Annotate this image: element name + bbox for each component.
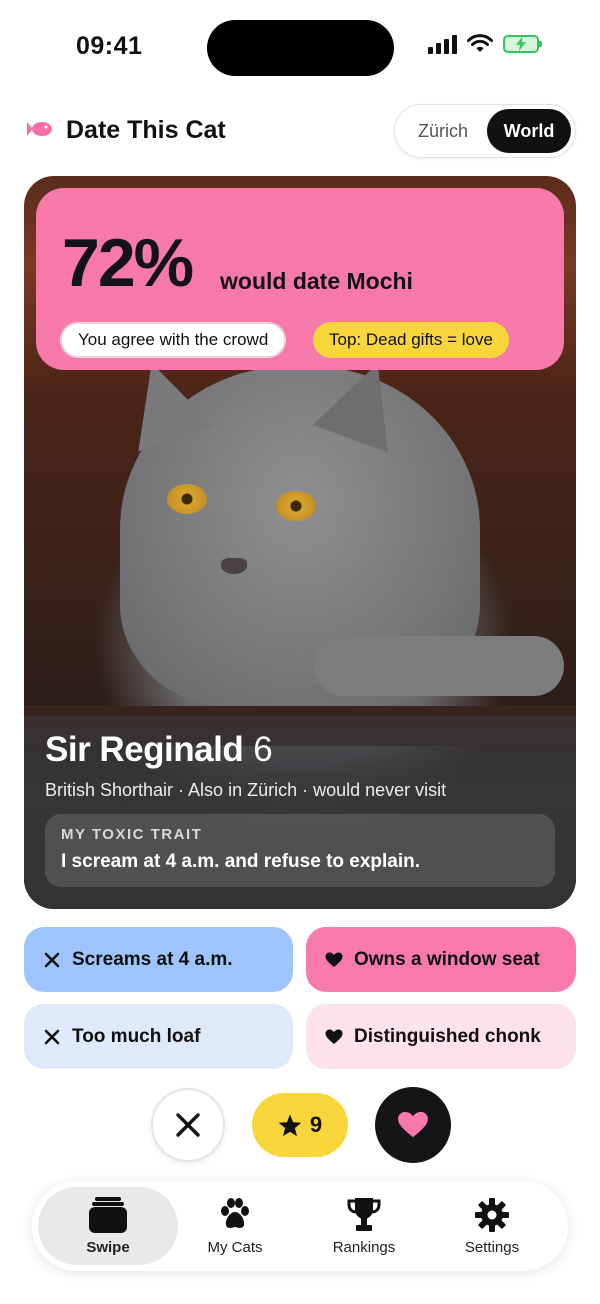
vote-result-banner: 72% would date Mochi You agree with the … — [36, 188, 564, 370]
vote-result-label: would date Mochi — [220, 268, 413, 294]
profile-info: Sir Reginald 6 British Shorthair · Also i… — [24, 716, 576, 909]
cat-eye-left — [167, 484, 207, 514]
app-header: Date This Cat Zürich World — [0, 104, 600, 160]
toggle-option-zurich[interactable]: Zürich — [399, 109, 487, 153]
tag-label: Owns a window seat — [354, 948, 540, 970]
tab-rankings[interactable]: Rankings — [294, 1187, 434, 1265]
cat-name-line: Sir Reginald 6 — [45, 730, 273, 770]
gear-icon — [475, 1197, 509, 1232]
vote-percent: 72% — [62, 225, 194, 301]
cat-profile-card[interactable]: 72% would date Mochi You agree with the … — [24, 176, 576, 909]
wifi-icon — [467, 34, 493, 52]
tab-label: Rankings — [332, 1238, 396, 1256]
cat-age: 6 — [253, 730, 273, 769]
heart-icon — [324, 1027, 344, 1047]
cat-nose — [221, 558, 247, 574]
tab-label: My Cats — [207, 1238, 263, 1256]
superlike-button[interactable]: 9 — [252, 1093, 348, 1157]
toxic-trait-label: MY TOXIC TRAIT — [61, 826, 203, 843]
status-icons — [428, 34, 542, 54]
tab-label: Swipe — [86, 1238, 130, 1256]
cat-name: Sir Reginald — [45, 730, 244, 769]
heart-icon — [324, 950, 344, 970]
cards-icon — [89, 1196, 127, 1233]
toggle-option-world[interactable]: World — [487, 109, 571, 153]
status-bar: 09:41 — [0, 0, 600, 96]
like-button[interactable] — [375, 1087, 451, 1163]
x-icon — [42, 1027, 62, 1047]
tab-label: Settings — [464, 1238, 520, 1256]
top-reason-badge: Top: Dead gifts = love — [313, 322, 509, 358]
tag-label: Distinguished chonk — [354, 1025, 541, 1047]
tag-too-much-loaf[interactable]: Too much loaf — [24, 1004, 293, 1069]
trophy-icon — [347, 1197, 381, 1231]
tag-screams-at-4am[interactable]: Screams at 4 a.m. — [24, 927, 293, 992]
cat-paws — [314, 636, 564, 696]
heart-icon — [398, 1111, 428, 1138]
tag-owns-window-seat[interactable]: Owns a window seat — [306, 927, 576, 992]
cat-meta: British Shorthair · Also in Zürich · wou… — [45, 780, 447, 800]
close-icon — [176, 1113, 200, 1137]
x-icon — [42, 950, 62, 970]
tab-my-cats[interactable]: My Cats — [165, 1187, 305, 1265]
location-toggle: Zürich World — [394, 104, 576, 158]
app-title: Date This Cat — [66, 116, 226, 144]
superlike-count: 9 — [309, 1112, 323, 1137]
tab-swipe[interactable]: Swipe — [38, 1187, 178, 1265]
fish-logo-icon — [27, 122, 52, 136]
toxic-trait-box: MY TOXIC TRAIT I scream at 4 a.m. and re… — [45, 814, 555, 887]
tag-label: Screams at 4 a.m. — [72, 948, 233, 970]
battery-charging-icon — [503, 35, 542, 53]
tag-distinguished-chonk[interactable]: Distinguished chonk — [306, 1004, 576, 1069]
tab-settings[interactable]: Settings — [422, 1187, 562, 1265]
tag-label: Too much loaf — [72, 1025, 201, 1047]
cellular-signal-icon — [428, 34, 457, 54]
cat-eye-right — [276, 491, 316, 521]
dynamic-island — [207, 20, 394, 76]
paw-icon — [221, 1197, 249, 1228]
star-icon — [278, 1114, 302, 1136]
agree-badge: You agree with the crowd — [60, 322, 287, 358]
pass-button[interactable] — [151, 1088, 225, 1162]
status-time: 09:41 — [76, 32, 143, 60]
toxic-trait-text: I scream at 4 a.m. and refuse to explain… — [61, 851, 421, 872]
tab-bar: Swipe My Cats Rankings Settings — [32, 1181, 568, 1271]
